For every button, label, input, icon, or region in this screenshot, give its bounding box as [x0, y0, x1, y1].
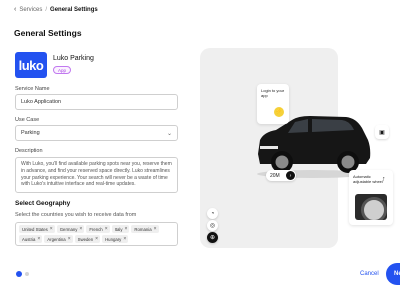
country-multiselect[interactable]: United States × Germany × French × Italy × R… — [15, 222, 178, 246]
lock-icon[interactable]: ▣ — [375, 125, 389, 139]
app-logo: luko — [15, 52, 47, 78]
zoom-indicator[interactable]: 20M › — [266, 170, 296, 181]
description-label: Description — [15, 148, 43, 154]
breadcrumb-services-link[interactable]: Services — [19, 7, 42, 13]
close-icon[interactable]: × — [123, 236, 126, 242]
chevron-left-icon[interactable]: ‹ — [14, 6, 16, 13]
wheel-card-text: Automatic adjustable wheel — [353, 174, 383, 184]
breadcrumb-separator: / — [45, 6, 48, 13]
close-icon[interactable]: × — [79, 226, 82, 232]
speedometer-icon[interactable]: ◔ — [207, 208, 218, 219]
chevron-down-icon: ⌄ — [166, 131, 172, 137]
close-icon[interactable]: × — [95, 236, 98, 242]
select-geography-title: Select Geography — [15, 200, 71, 207]
country-chip-label: Italy — [114, 226, 123, 232]
next-button[interactable]: Ne — [386, 263, 400, 285]
use-case-label: Use Case — [15, 117, 40, 123]
close-icon[interactable]: × — [154, 226, 157, 232]
description-value: With Luko, you'll find available parking… — [21, 161, 172, 188]
login-card: Login to your app ⚡ — [257, 84, 289, 124]
service-name-label: Service Name — [15, 86, 50, 92]
breadcrumb: ‹ Services / General Settings — [14, 6, 98, 13]
country-chip-label: French — [89, 226, 103, 232]
country-chip-label: Germany — [59, 226, 78, 232]
country-chip: Romania × — [131, 225, 159, 233]
country-chip-label: Romania — [134, 226, 152, 232]
wheel-card: Automatic adjustable wheel — [349, 170, 393, 225]
steering-icon[interactable]: ◎ — [207, 220, 218, 231]
country-chip-label: Austria — [22, 236, 36, 242]
zoom-value: 20M — [270, 172, 280, 179]
lightning-icon: ⚡ — [274, 107, 284, 117]
country-chip: Austria × — [19, 235, 43, 243]
country-chip: Germany × — [56, 225, 85, 233]
country-chip-label: United States — [22, 226, 48, 232]
close-icon[interactable]: × — [68, 236, 71, 242]
page-title: General Settings — [14, 28, 82, 38]
select-geography-subtitle: Select the countries you wish to receive… — [15, 212, 137, 218]
app-badge: App — [53, 66, 72, 74]
country-chip-label: Sweden — [77, 236, 94, 242]
use-case-select[interactable]: Parking ⌄ — [15, 125, 178, 141]
service-name-input[interactable]: Luko Application — [15, 94, 178, 110]
country-chip: French × — [86, 225, 110, 233]
close-icon[interactable]: × — [105, 226, 108, 232]
breadcrumb-current: General Settings — [50, 6, 98, 13]
step-indicator — [16, 271, 29, 277]
login-card-text: Login to your app — [261, 88, 285, 98]
cancel-button[interactable]: Cancel — [360, 271, 379, 277]
arrow-up-icon: ↑ — [382, 176, 386, 183]
close-icon[interactable]: × — [37, 236, 40, 242]
arrow-right-icon[interactable]: › — [286, 171, 295, 180]
step-dot-active — [16, 271, 22, 277]
step-dot — [25, 272, 29, 276]
country-chip: Hungary × — [102, 235, 129, 243]
wheel-image — [355, 194, 387, 220]
use-case-value: Parking — [21, 130, 40, 136]
service-name-value: Luko Application — [21, 99, 62, 105]
close-icon[interactable]: × — [50, 226, 53, 232]
country-chip: Argentina × — [44, 235, 73, 243]
country-chip: United States × — [19, 225, 55, 233]
country-chip-label: Hungary — [105, 236, 122, 242]
app-name: Luko Parking — [53, 55, 94, 62]
target-icon[interactable]: ⊕ — [207, 232, 218, 243]
description-textarea[interactable]: With Luko, you'll find available parking… — [15, 157, 178, 193]
close-icon[interactable]: × — [125, 226, 128, 232]
country-chip-label: Argentina — [47, 236, 66, 242]
country-chip: Sweden × — [74, 235, 101, 243]
country-chip: Italy × — [111, 225, 130, 233]
